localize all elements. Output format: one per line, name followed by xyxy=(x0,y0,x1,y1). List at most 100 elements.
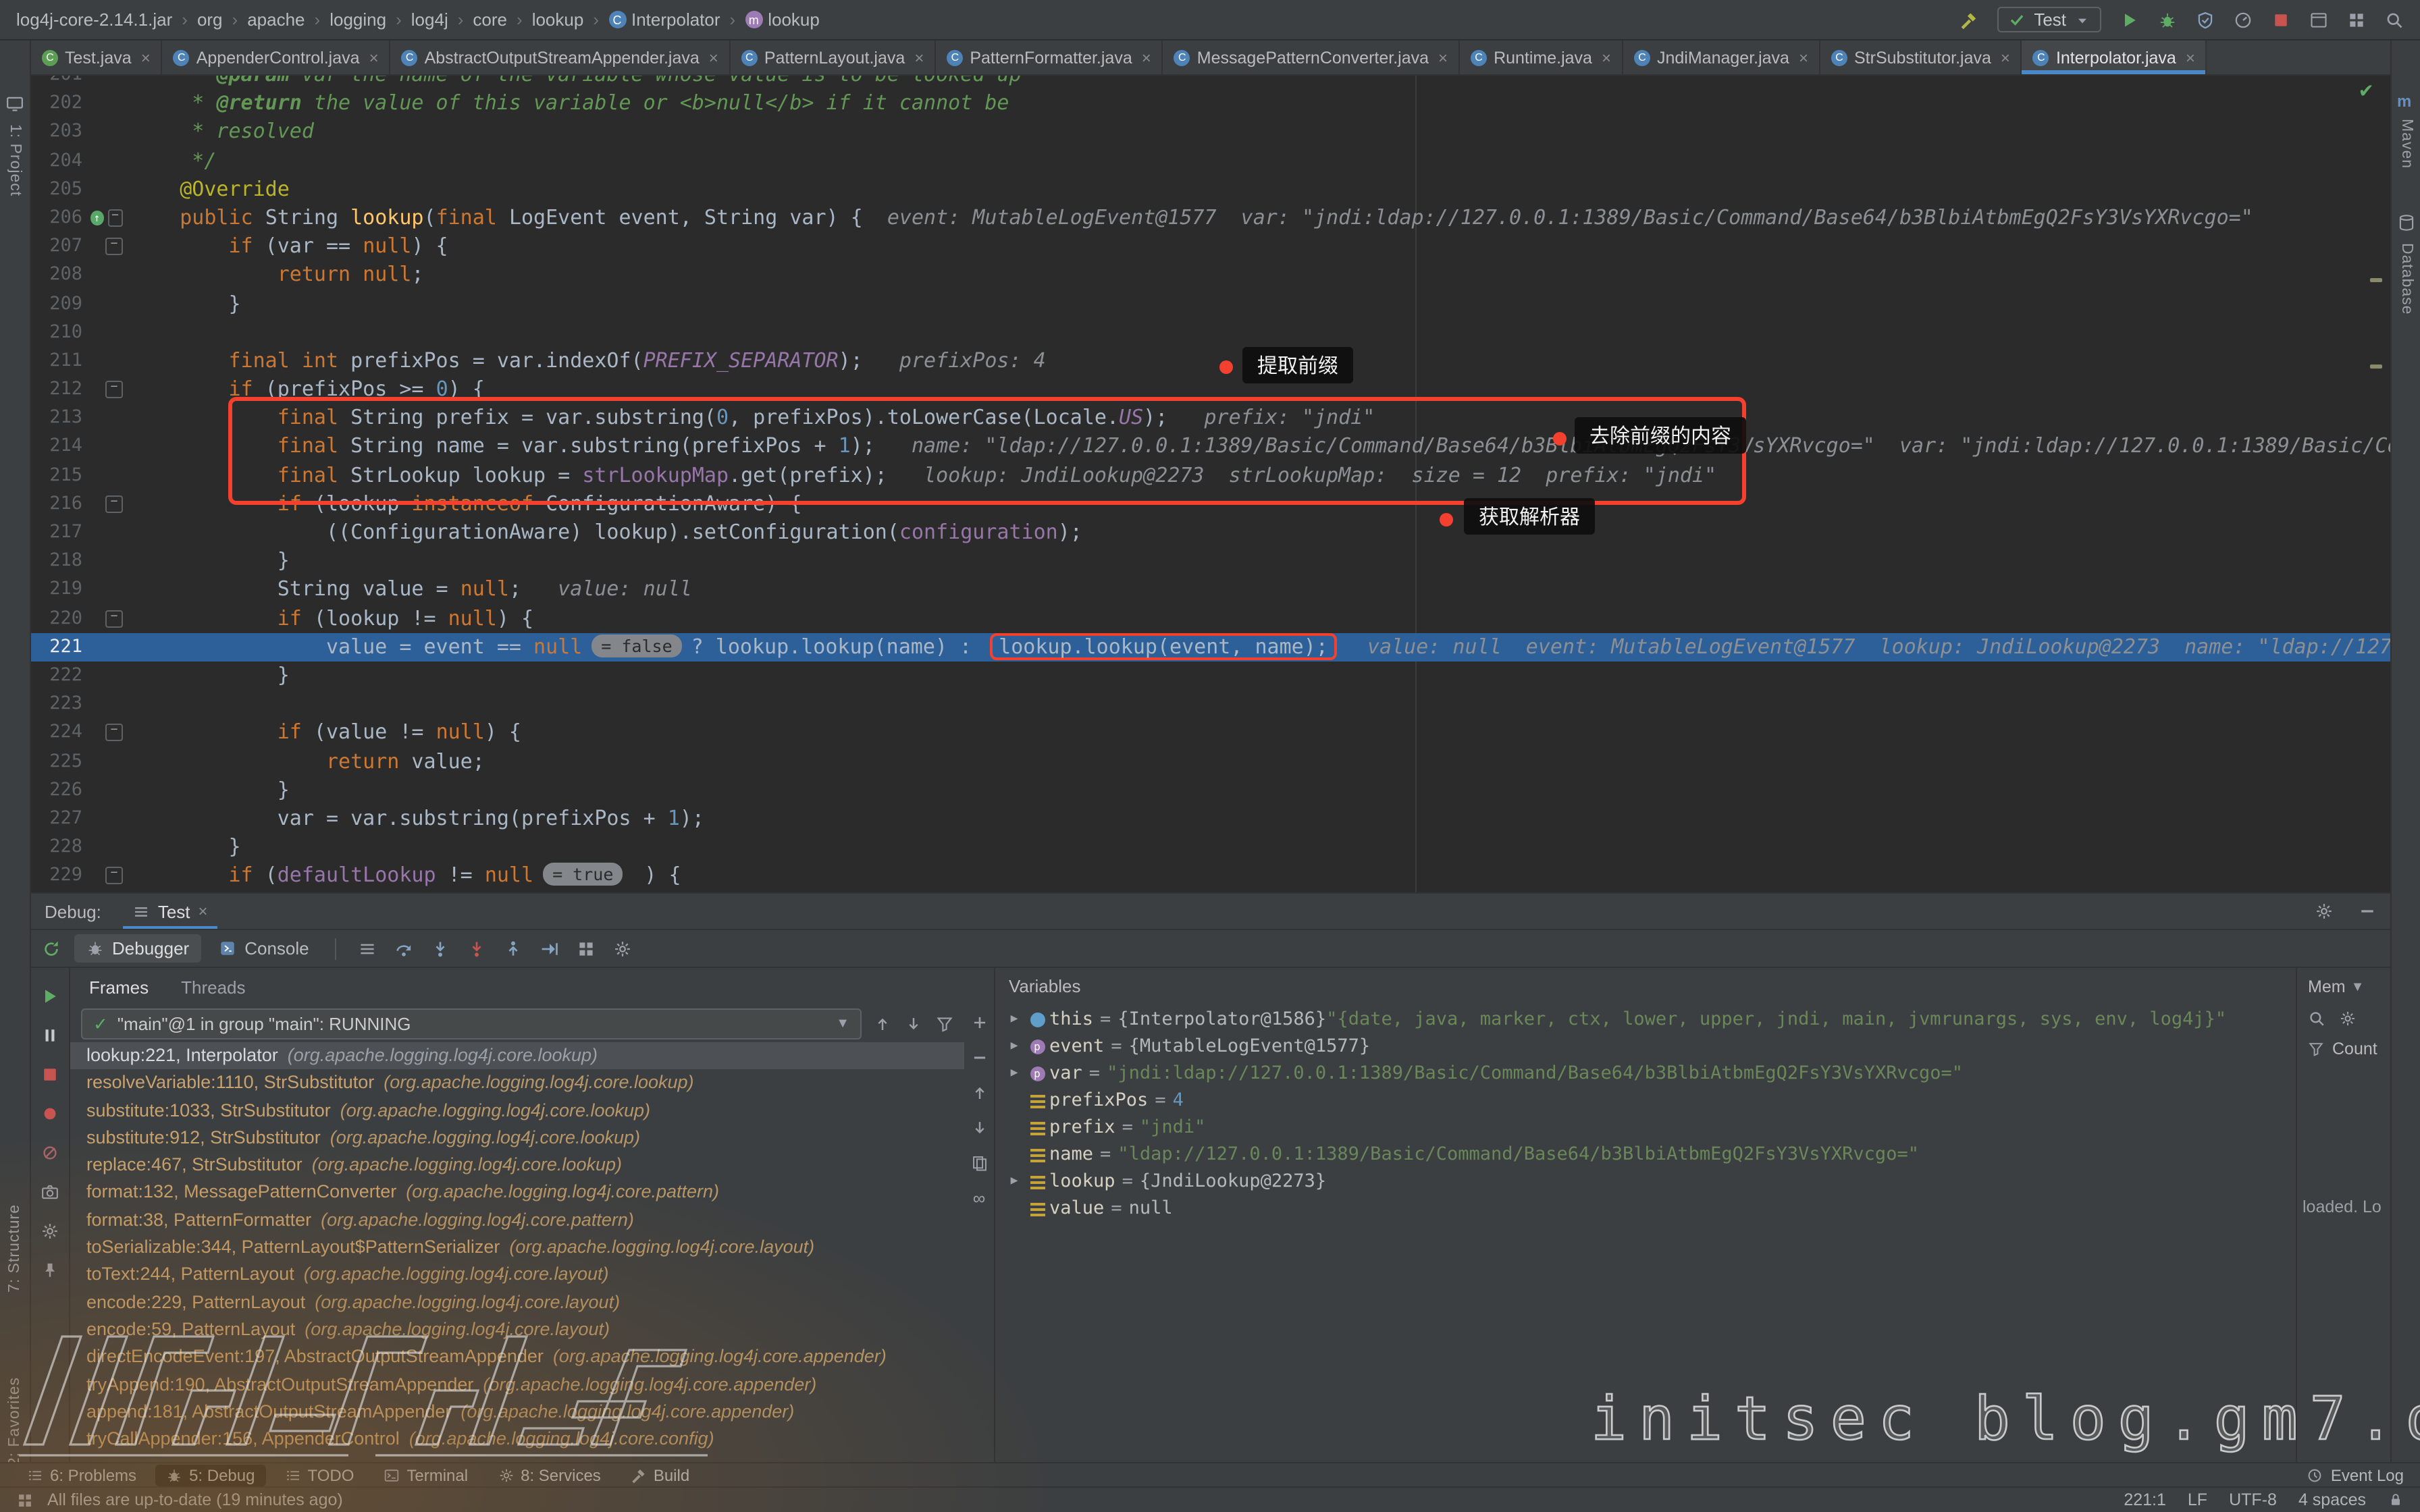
stack-frame[interactable]: encode:59, PatternLayout(org.apache.logg… xyxy=(70,1316,964,1344)
stack-frame[interactable]: directEncodeEvent:197, AbstractOutputStr… xyxy=(70,1344,964,1372)
stop-icon[interactable] xyxy=(41,1065,59,1084)
fold-icon[interactable]: − xyxy=(105,610,123,627)
close-icon[interactable]: × xyxy=(199,902,208,921)
copy-icon[interactable] xyxy=(970,1154,988,1172)
sidebar-item-structure[interactable]: 7: Structure xyxy=(7,1204,23,1293)
event-log-button[interactable]: Event Log xyxy=(2307,1465,2404,1484)
gear-icon[interactable] xyxy=(2315,902,2334,921)
profiler-icon[interactable] xyxy=(2234,10,2253,29)
close-icon[interactable]: × xyxy=(369,48,379,67)
close-icon[interactable]: × xyxy=(2186,48,2195,67)
run-config-select[interactable]: Test xyxy=(1997,7,2101,32)
stack-frame[interactable]: encode:229, PatternLayout(org.apache.log… xyxy=(70,1289,964,1316)
stack-frame[interactable]: toSerializable:344, PatternLayout$Patter… xyxy=(70,1234,964,1262)
expand-icon[interactable]: ▶ xyxy=(1003,1013,1025,1026)
stack-frame[interactable]: lookup:221, Interpolator(org.apache.logg… xyxy=(70,1042,964,1070)
stop-icon[interactable] xyxy=(2271,10,2290,29)
run-cursor-icon[interactable] xyxy=(540,939,559,958)
tab-jndimanager-java[interactable]: CJndiManager.java× xyxy=(1623,40,1820,74)
breadcrumb-item[interactable]: log4j xyxy=(411,9,448,30)
close-icon[interactable]: × xyxy=(141,48,151,67)
toolwindow-button-8-services[interactable]: 8: Services xyxy=(487,1464,612,1486)
sidebar-item-favorites[interactable]: 2: Favorites xyxy=(7,1377,23,1466)
indent-setting[interactable]: 4 spaces xyxy=(2298,1490,2366,1509)
breadcrumb-item[interactable]: mlookup xyxy=(745,9,820,30)
lock-icon[interactable] xyxy=(2388,1492,2404,1508)
minimize-icon[interactable] xyxy=(2358,902,2377,921)
arrow-down-icon[interactable] xyxy=(970,1119,988,1137)
toolwindow-button-todo[interactable]: TODO xyxy=(273,1464,365,1486)
tab-frames[interactable]: Frames xyxy=(89,977,149,997)
expand-icon[interactable]: ▶ xyxy=(1003,1040,1025,1053)
step-into-icon[interactable] xyxy=(431,939,450,958)
tab-debugger[interactable]: Debugger xyxy=(74,934,201,963)
stack-frame[interactable]: tryCallAppender:156, AppenderControl(org… xyxy=(70,1426,964,1453)
file-encoding[interactable]: UTF-8 xyxy=(2229,1490,2277,1509)
plus-icon[interactable] xyxy=(970,1014,988,1031)
close-icon[interactable]: × xyxy=(1602,48,1611,67)
variable-row[interactable]: ▶lookup={JndiLookup@2273} xyxy=(995,1168,2296,1195)
variable-row[interactable]: prefix="jndi" xyxy=(995,1114,2296,1141)
sidebar-item-project[interactable]: 1: Project xyxy=(7,124,23,196)
fold-icon[interactable]: − xyxy=(105,495,123,513)
close-icon[interactable]: × xyxy=(2001,48,2010,67)
tab-console[interactable]: Console xyxy=(207,934,321,963)
variable-row[interactable]: ▶pvar="jndi:ldap://127.0.0.1:1389/Basic/… xyxy=(995,1060,2296,1087)
settings-icon[interactable] xyxy=(613,939,632,958)
menu-icon[interactable] xyxy=(358,939,377,958)
coverage-icon[interactable] xyxy=(2196,10,2215,29)
fold-icon[interactable]: − xyxy=(105,867,123,885)
sidebar-item-maven[interactable]: Maven xyxy=(2398,119,2415,169)
tab-abstractoutputstreamappender-java[interactable]: CAbstractOutputStreamAppender.java× xyxy=(391,40,731,74)
override-marker-icon[interactable]: ↑ xyxy=(90,211,103,225)
pause-icon[interactable] xyxy=(41,1026,59,1045)
breadcrumb-item[interactable]: CInterpolator xyxy=(608,9,720,30)
close-icon[interactable]: × xyxy=(1799,48,1808,67)
grid-icon[interactable] xyxy=(2347,10,2366,29)
variable-row[interactable]: ▶pevent={MutableLogEvent@1577} xyxy=(995,1033,2296,1060)
thread-dump-icon[interactable] xyxy=(41,1183,59,1202)
stack-frame[interactable]: append:181, AbstractOutputStreamAppender… xyxy=(70,1399,964,1426)
close-icon[interactable]: × xyxy=(1142,48,1151,67)
rerun-icon[interactable] xyxy=(42,939,61,958)
force-step-into-icon[interactable] xyxy=(467,939,486,958)
tab-appendercontrol-java[interactable]: CAppenderControl.java× xyxy=(163,40,391,74)
close-icon[interactable]: × xyxy=(914,48,924,67)
thread-selector[interactable]: ✓ "main"@1 in group "main": RUNNING ▼ xyxy=(81,1008,862,1040)
expand-icon[interactable]: ▶ xyxy=(1003,1174,1025,1188)
step-out-icon[interactable] xyxy=(504,939,523,958)
breadcrumb-item[interactable]: apache xyxy=(247,9,305,30)
expand-icon[interactable]: ▶ xyxy=(1003,1066,1025,1080)
arrow-up-icon[interactable] xyxy=(874,1015,891,1033)
close-icon[interactable]: × xyxy=(709,48,718,67)
variable-row[interactable]: ▶this={Interpolator@1586} "{date, java, … xyxy=(995,1006,2296,1033)
close-icon[interactable]: × xyxy=(1438,48,1448,67)
fold-icon[interactable]: − xyxy=(105,724,123,742)
mute-breakpoints-icon[interactable] xyxy=(41,1143,59,1162)
grid-icon[interactable] xyxy=(577,939,596,958)
hammer-icon[interactable] xyxy=(1959,10,1978,29)
variable-row[interactable]: name="ldap://127.0.0.1:1389/Basic/Comman… xyxy=(995,1141,2296,1168)
caret-position[interactable]: 221:1 xyxy=(2124,1490,2166,1509)
stack-frame[interactable]: toText:244, PatternLayout(org.apache.log… xyxy=(70,1262,964,1289)
settings-icon[interactable] xyxy=(41,1222,59,1241)
tab-threads[interactable]: Threads xyxy=(181,977,245,997)
tab-test-java[interactable]: CTest.java× xyxy=(31,40,163,74)
bug-icon[interactable] xyxy=(2158,10,2177,29)
variable-row[interactable]: prefixPos=4 xyxy=(995,1087,2296,1114)
view-breakpoints-icon[interactable] xyxy=(41,1104,59,1123)
breadcrumb-item[interactable]: lookup xyxy=(532,9,584,30)
code-editor[interactable]: 201 * @param var the name of the variabl… xyxy=(31,76,2390,892)
fold-icon[interactable]: − xyxy=(107,209,123,227)
breadcrumb-item[interactable]: logging xyxy=(330,9,386,30)
tab-patternlayout-java[interactable]: CPatternLayout.java× xyxy=(731,40,937,74)
settings-icon[interactable] xyxy=(2339,1010,2357,1027)
step-over-icon[interactable] xyxy=(394,939,413,958)
search-icon[interactable] xyxy=(2308,1010,2325,1027)
toolwindow-button-build[interactable]: Build xyxy=(620,1464,700,1486)
toolwindow-button-5-debug[interactable]: 5: Debug xyxy=(155,1464,265,1486)
toolwindow-button-terminal[interactable]: Terminal xyxy=(373,1464,479,1486)
tab-strsubstitutor-java[interactable]: CStrSubstitutor.java× xyxy=(1820,40,2022,74)
sidebar-item-database[interactable]: Database xyxy=(2398,243,2415,315)
variable-row[interactable]: value=null xyxy=(995,1195,2296,1222)
